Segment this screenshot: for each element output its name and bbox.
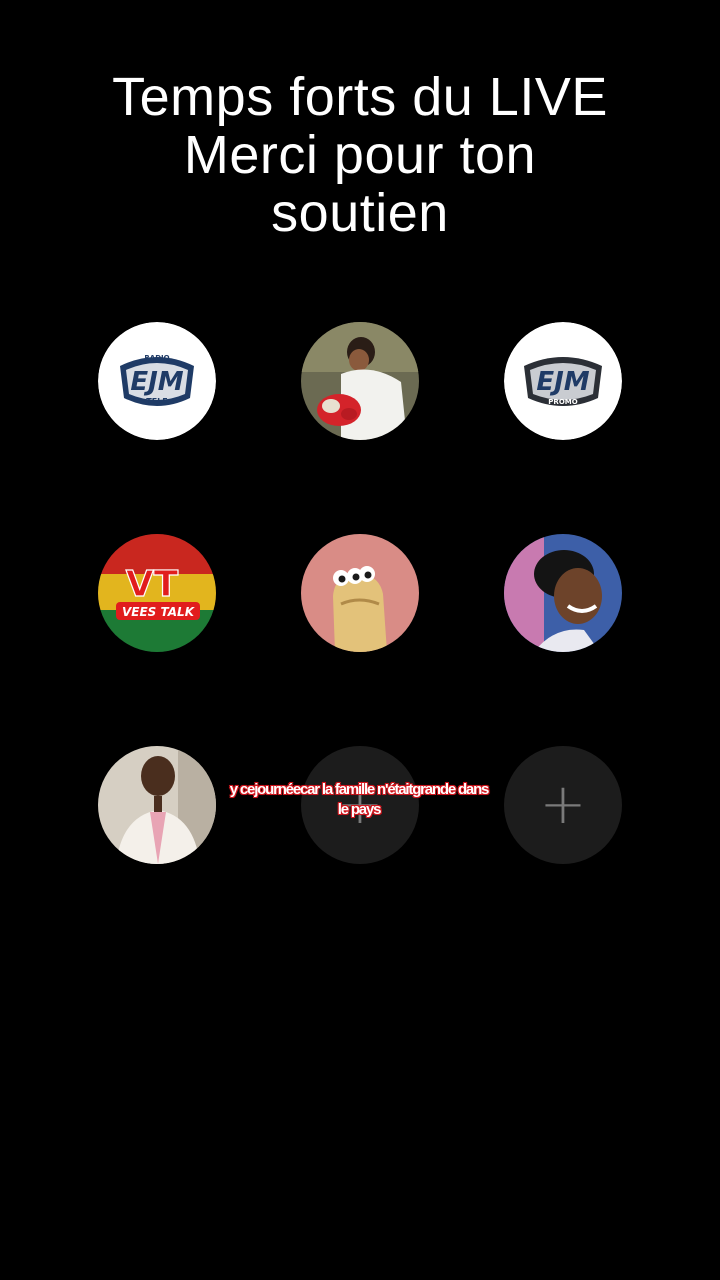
smiling-person-icon bbox=[504, 534, 622, 652]
svg-text:EJM: EJM bbox=[536, 367, 589, 397]
person-with-flowers-icon bbox=[301, 322, 419, 440]
svg-text:VEES TALK: VEES TALK bbox=[122, 605, 196, 619]
vees-talk-logo-icon: VT VEES TALK bbox=[98, 534, 216, 652]
supporter-avatar-ejm-tele[interactable]: RADIO EJM TELE bbox=[98, 322, 216, 440]
plus-icon: + bbox=[539, 772, 587, 837]
supporter-avatar-flowers[interactable] bbox=[301, 322, 419, 440]
title-line-2: Merci pour ton bbox=[183, 125, 537, 185]
supporter-avatar-ejm-promo[interactable]: EJM PROMO bbox=[504, 322, 622, 440]
ejm-tele-logo-icon: RADIO EJM TELE bbox=[98, 322, 216, 440]
cartoon-character-icon bbox=[301, 534, 419, 652]
supporter-avatar-vees-talk[interactable]: VT VEES TALK bbox=[98, 534, 216, 652]
live-highlights-screen: Temps forts du LIVE Merci pour ton souti… bbox=[0, 0, 720, 1280]
title-line-3: soutien bbox=[271, 183, 449, 243]
subtitle-caption: y cejournéecar la famille n'étaitgrande … bbox=[229, 781, 490, 818]
svg-text:RADIO: RADIO bbox=[144, 354, 169, 362]
svg-text:PROMO: PROMO bbox=[548, 398, 577, 406]
svg-text:EJM: EJM bbox=[130, 367, 183, 397]
add-supporter-slot[interactable]: + bbox=[504, 746, 622, 864]
man-in-suit-icon bbox=[98, 746, 216, 864]
svg-text:VT: VT bbox=[126, 564, 179, 605]
ejm-promo-logo-icon: EJM PROMO bbox=[504, 322, 622, 440]
svg-text:TELE: TELE bbox=[146, 397, 167, 406]
supporter-avatar-cartoon[interactable] bbox=[301, 534, 419, 652]
page-title: Temps forts du LIVE Merci pour ton souti… bbox=[40, 68, 680, 242]
title-line-1: Temps forts du LIVE bbox=[112, 67, 608, 127]
supporter-avatar-smiling[interactable] bbox=[504, 534, 622, 652]
supporter-avatar-white-suit[interactable] bbox=[98, 746, 216, 864]
